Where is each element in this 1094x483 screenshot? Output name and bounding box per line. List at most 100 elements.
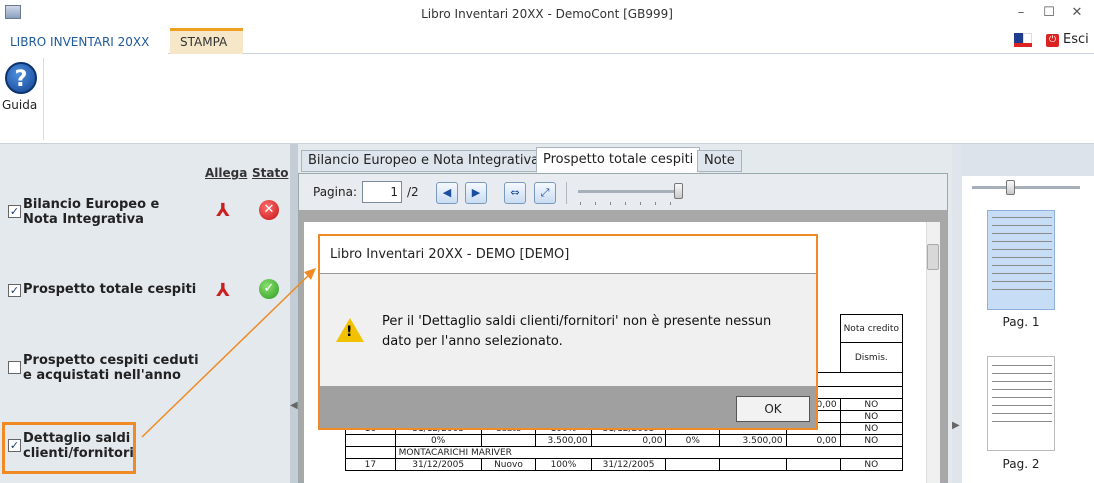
ribbon-panel: ? Guida	[0, 54, 1094, 144]
checkbox-prospetto-totale[interactable]: ✓	[8, 284, 21, 297]
thumbnail-line	[992, 249, 1052, 250]
scrollbar-thumb[interactable]	[927, 244, 939, 270]
toolbar-divider	[566, 182, 567, 204]
ribbon-tabs: LIBRO INVENTARI 20XX STAMPA ⏻ Esci	[0, 28, 1094, 54]
fit-width-icon[interactable]: ⇔	[504, 182, 526, 204]
table-cell: 0%	[394, 434, 482, 447]
table-cell: 3.500,00	[535, 434, 592, 447]
tab-prospetto-totale[interactable]: Prospetto totale cespiti	[536, 147, 701, 173]
prev-page-button[interactable]: ◀	[436, 182, 458, 204]
table-header-cell: Nota credito	[839, 314, 904, 343]
table-cell: NO	[839, 410, 904, 423]
dialog-message-line: dato per l'anno selezionato.	[382, 334, 563, 349]
tab-libro-inventari[interactable]: LIBRO INVENTARI 20XX	[0, 28, 168, 54]
item-label-line: Nota Integrativa	[23, 212, 144, 227]
table-cell: 31/12/2005	[394, 458, 482, 471]
checkbox-bilancio[interactable]: ✓	[8, 205, 21, 218]
esci-label: Esci	[1063, 32, 1089, 47]
next-page-button[interactable]: ▶	[465, 182, 487, 204]
expand-arrow-icon[interactable]: ▶	[952, 420, 960, 431]
table-cell: 100%	[535, 458, 592, 471]
thumbnail-zoom-slider[interactable]	[972, 186, 1080, 189]
help-icon: ?	[5, 62, 37, 94]
fit-page-icon[interactable]: ⤢	[534, 182, 556, 204]
tab-bilancio-europeo[interactable]: Bilancio Europeo e Nota Integrativa	[301, 150, 547, 172]
thumbnail-label: Pag. 2	[1002, 457, 1040, 471]
guida-label: Guida	[2, 98, 38, 112]
thumbnail-line	[992, 225, 1052, 226]
table-cell: 0%	[665, 434, 721, 447]
panel-splitter[interactable]	[290, 144, 298, 483]
thumbnail-line	[992, 405, 1052, 406]
thumbnail-line	[992, 373, 1052, 374]
thumbnail-line	[992, 241, 1052, 242]
thumbnail-label: Pag. 1	[1002, 315, 1040, 329]
warning-icon-mark: !	[346, 324, 353, 340]
table-cell: 31/12/2005	[590, 458, 667, 471]
thumbnail-line	[992, 265, 1052, 266]
power-icon: ⏻	[1046, 34, 1059, 47]
right-splitter[interactable]	[952, 144, 962, 483]
zoom-slider-thumb[interactable]	[674, 183, 683, 199]
thumbnail-line	[992, 281, 1052, 282]
allega-column-header: Allega	[205, 166, 248, 180]
table-cell: NO	[839, 458, 904, 471]
table-cell: 17	[345, 458, 396, 471]
thumbnail-slider-thumb[interactable]	[1006, 180, 1015, 195]
pdf-attach-icon[interactable]: ⅄	[212, 280, 234, 302]
language-flag-icon[interactable]	[1014, 33, 1032, 49]
tab-stampa[interactable]: STAMPA	[170, 28, 243, 54]
dialog-message-line: Per il 'Dettaglio saldi clienti/fornitor…	[382, 314, 772, 329]
ok-button[interactable]: OK	[736, 396, 810, 422]
item-label-line: e acquistati nell'anno	[23, 368, 181, 383]
stato-column-header: Stato	[252, 166, 289, 180]
item-label-prospetto-totale: Prospetto totale cespiti	[23, 282, 197, 297]
zoom-slider[interactable]	[578, 190, 682, 193]
collapse-arrow-icon[interactable]: ◀	[290, 400, 298, 411]
table-cell: Nuovo	[480, 458, 537, 471]
guida-button[interactable]: ? Guida	[0, 58, 44, 140]
table-cell: NO	[839, 398, 904, 411]
thumbnail-line	[992, 413, 1052, 414]
item-label-prospetto-ceduti: Prospetto cespiti ceduti e acquistati ne…	[23, 353, 199, 383]
thumbnail-line	[992, 389, 1052, 390]
pdf-attach-icon[interactable]: ⅄	[212, 200, 234, 222]
close-button[interactable]: ✕	[1066, 4, 1088, 22]
tab-note[interactable]: Note	[697, 150, 742, 172]
item-label-line: Bilancio Europeo e	[23, 197, 160, 212]
thumbnail-line	[992, 397, 1052, 398]
thumbnail-line	[992, 289, 1052, 290]
table-cell: 0,00	[785, 434, 841, 447]
status-ok-icon: ✓	[259, 279, 279, 299]
dialog-message: Per il 'Dettaglio saldi clienti/fornitor…	[382, 312, 802, 352]
table-cell: MONTACARICHI MARIVER	[394, 446, 904, 459]
window-title: Libro Inventari 20XX - DemoCont [GB999]	[421, 7, 673, 21]
page-total: /2	[407, 185, 419, 199]
table-cell: 3.500,00	[719, 434, 787, 447]
slider-tick	[670, 202, 671, 205]
table-header-cell: Dismis.	[839, 342, 904, 373]
table-cell: NO	[839, 422, 904, 435]
table-cell: 0,00	[590, 434, 667, 447]
page-number-input[interactable]: 1	[362, 181, 402, 203]
thumbnail-page-1[interactable]	[987, 210, 1055, 310]
thumbnail-line	[992, 233, 1052, 234]
item-label-bilancio: Bilancio Europeo e Nota Integrativa	[23, 197, 159, 227]
slider-tick	[640, 202, 641, 205]
table-cell: NO	[839, 434, 904, 447]
thumbnail-page-2[interactable]	[987, 356, 1055, 451]
slider-tick	[625, 202, 626, 205]
thumbnail-line	[992, 365, 1052, 366]
thumbnail-line	[992, 421, 1052, 422]
checkbox-prospetto-ceduti[interactable]	[8, 361, 21, 374]
status-error-icon: ✕	[259, 200, 279, 220]
slider-tick	[655, 202, 656, 205]
thumbnail-line	[992, 273, 1052, 274]
minimize-button[interactable]: –	[1010, 4, 1032, 22]
pagina-label: Pagina:	[313, 185, 358, 199]
slider-tick	[580, 202, 581, 205]
title-bar: Libro Inventari 20XX - DemoCont [GB999] …	[0, 0, 1094, 28]
slider-tick	[610, 202, 611, 205]
thumbnail-line	[992, 381, 1052, 382]
maximize-button[interactable]: ☐	[1038, 4, 1060, 22]
